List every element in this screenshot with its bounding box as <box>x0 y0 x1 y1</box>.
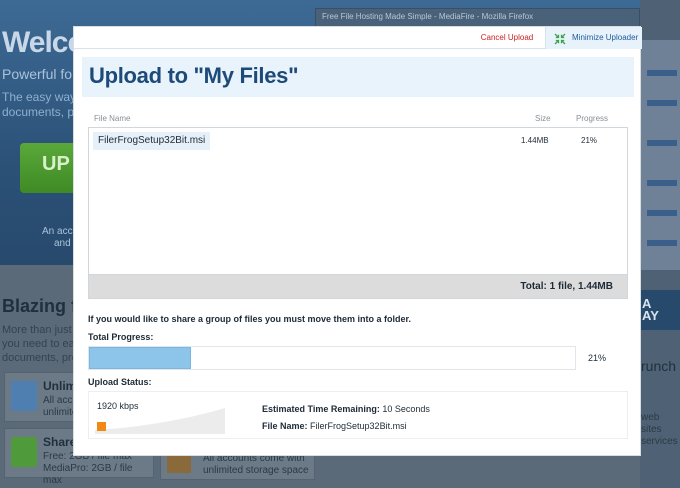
file-row[interactable]: FilerFrogSetup32Bit.msi 1.44MB 21% <box>93 132 623 150</box>
hero-line-2: documents, pr <box>2 105 79 119</box>
total-progress-percent: 21% <box>588 353 607 363</box>
background-row <box>647 240 677 246</box>
file-list-footer: Total: 1 file, 1.44MB <box>88 275 628 299</box>
hero-description: The easy way documents, pr <box>2 90 78 120</box>
cancel-upload-button[interactable]: Cancel Upload <box>472 27 542 49</box>
total-summary: Total: 1 file, 1.44MB <box>520 281 613 292</box>
section-line-2: you need to ea <box>2 338 75 350</box>
hero-subtitle: Powerful fo <box>2 66 73 82</box>
file-list-body: FilerFrogSetup32Bit.msi 1.44MB 21% <box>88 127 628 275</box>
feature-share-line-2: MediaPro: 2GB / file max <box>43 463 133 486</box>
minimize-uploader-label: Minimize Uploader <box>572 33 639 42</box>
upload-status-label: Upload Status: <box>88 377 152 387</box>
right-logo-text: A AY <box>642 296 659 323</box>
section-line-1: More than just a <box>2 324 81 336</box>
share-note: If you would like to share a group of fi… <box>88 314 412 324</box>
background-row <box>647 140 677 146</box>
dialog-title: Upload to "My Files" <box>89 63 299 88</box>
file-row-size: 1.44MB <box>521 136 549 145</box>
background-upload-button: UP <box>20 143 80 193</box>
file-list: File Name Size Progress FilerFrogSetup32… <box>88 109 628 299</box>
status-file-value: FilerFrogSetup32Bit.msi <box>310 421 407 431</box>
feature-storage-line-2: unlimited storage space <box>203 465 309 476</box>
file-row-progress: 21% <box>581 136 598 145</box>
compress-arrows-icon <box>554 33 566 45</box>
section-text: More than just a you need to ea document… <box>2 323 81 365</box>
uploader-dialog: Cancel Upload Minimize Uploader Upload t… <box>73 26 642 456</box>
background-row <box>647 100 677 106</box>
column-header-progress: Progress <box>576 114 609 123</box>
background-browser-title: Free File Hosting Made Simple - MediaFir… <box>322 12 534 21</box>
background-upload-label: UP <box>42 153 70 175</box>
total-progress-label: Total Progress: <box>88 332 154 342</box>
estimated-time: Estimated Time Remaining: 10 Seconds <box>262 404 430 414</box>
upload-icon <box>11 381 37 411</box>
dialog-top-bar: Cancel Upload Minimize Uploader <box>74 27 642 49</box>
feature-share-text: Free: 2GB / file max MediaPro: 2GB / fil… <box>43 451 153 487</box>
section-title: Blazing f <box>2 296 77 316</box>
dialog-header: Upload to "My Files" <box>82 57 634 97</box>
upload-speed: 1920 kbps <box>97 401 139 411</box>
total-progress-fill <box>89 347 192 369</box>
file-list-header: File Name Size Progress <box>88 109 628 127</box>
status-file-name: File Name: FilerFrogSetup32Bit.msi <box>262 421 407 431</box>
eta-label: Estimated Time Remaining: <box>262 404 380 414</box>
background-row <box>647 210 677 216</box>
column-header-file-name: File Name <box>94 114 131 123</box>
speed-marker <box>97 422 106 431</box>
total-progress-bar <box>88 346 576 370</box>
minimize-uploader-button[interactable]: Minimize Uploader <box>545 27 642 49</box>
column-header-size: Size <box>535 114 551 123</box>
upload-status-panel: 1920 kbps Estimated Time Remaining: 10 S… <box>88 391 628 439</box>
status-file-label: File Name: <box>262 421 308 431</box>
feature-storage-text: All accounts come with unlimited storage… <box>203 453 309 477</box>
feature-share-title: Share <box>43 435 77 449</box>
eta-value: 10 Seconds <box>382 404 430 414</box>
storage-box-icon <box>167 453 191 473</box>
right-small-line-1: web sites <box>641 412 662 435</box>
background-row <box>647 70 677 76</box>
file-row-name: FilerFrogSetup32Bit.msi <box>93 132 211 150</box>
right-text: runch <box>641 358 677 374</box>
hero-line-1: The easy way <box>2 90 77 104</box>
right-logo: A AY <box>640 290 680 330</box>
right-small-line-2: services <box>641 436 678 447</box>
section-line-3: documents, pre <box>2 352 78 364</box>
right-background-window <box>640 40 680 270</box>
right-small-text: web sites services <box>641 412 680 448</box>
share-arrows-icon <box>11 437 37 467</box>
background-row <box>647 180 677 186</box>
